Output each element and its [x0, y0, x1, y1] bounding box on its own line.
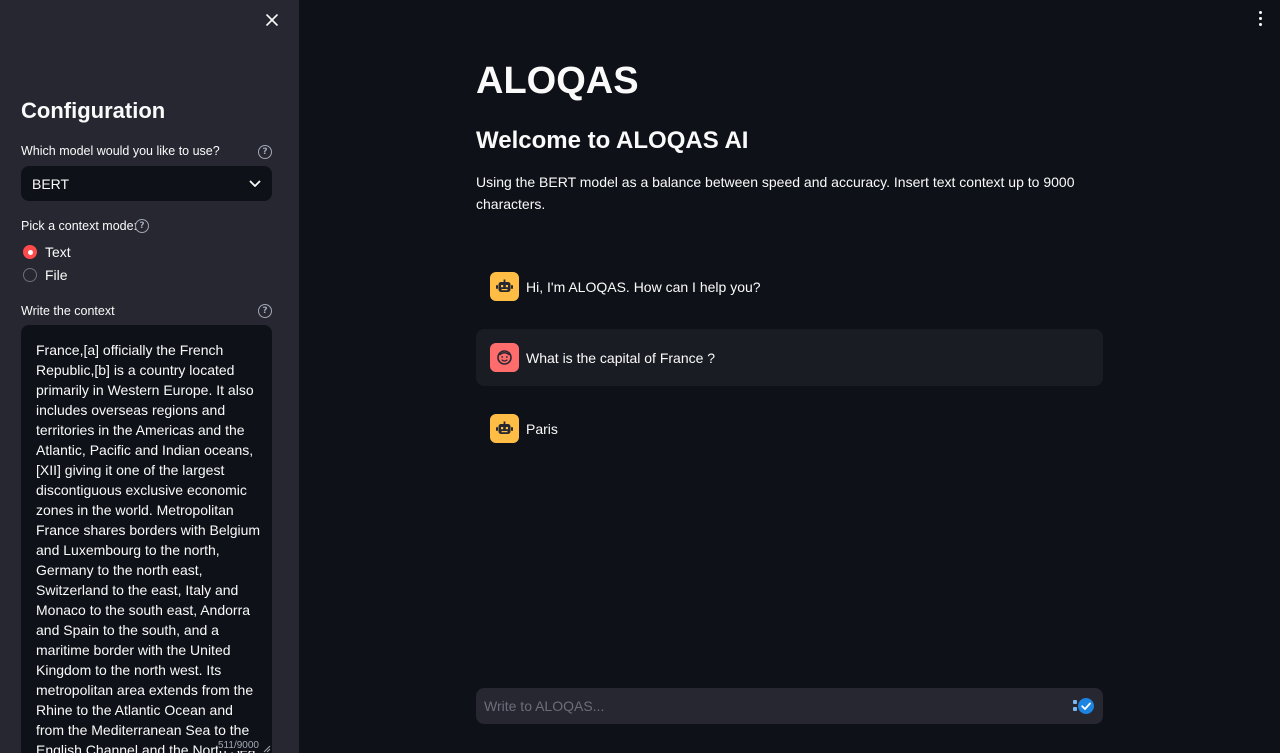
char-count: 511/9000	[218, 740, 259, 751]
radio-selected-icon	[23, 245, 37, 259]
context-line: Kingdom to the north west. Its	[36, 662, 222, 678]
message-text: Paris	[526, 420, 558, 437]
help-icon[interactable]: ?	[258, 145, 272, 159]
help-icon[interactable]: ?	[258, 304, 272, 318]
context-label: Write the context	[21, 304, 115, 318]
context-line: France,[a] officially the French	[36, 342, 224, 358]
context-line: France shares borders with Belgium	[36, 522, 261, 538]
chevron-down-icon	[249, 180, 261, 187]
context-line: territories in the Americas and the	[36, 422, 245, 438]
radio-file-label: File	[45, 267, 68, 283]
context-line: includes overseas regions and	[36, 402, 226, 418]
help-icon[interactable]: ?	[135, 219, 149, 233]
chat-message-user: What is the capital of France ?	[476, 329, 1103, 386]
close-icon	[266, 14, 278, 26]
message-text: Hi, I'm ALOQAS. How can I help you?	[526, 278, 761, 295]
context-line: [XII] giving it one of the largest	[36, 462, 225, 478]
app: Configuration Which model would you like…	[0, 0, 1280, 753]
context-line: from the Mediterranean Sea to the	[36, 722, 250, 738]
robot-icon	[490, 272, 519, 301]
kebab-menu-icon	[1258, 10, 1262, 14]
context-line: metropolitan area extends from the	[36, 682, 254, 698]
chat-input-container	[476, 688, 1103, 724]
context-line: Rhine to the Atlantic Ocean and	[36, 702, 233, 718]
resize-handle-icon[interactable]	[263, 745, 271, 753]
sidebar-heading: Configuration	[21, 98, 166, 123]
context-line: maritime border with the United	[36, 642, 231, 658]
robot-icon	[490, 414, 519, 443]
user-face-icon	[490, 343, 519, 372]
radio-file[interactable]: File	[23, 267, 68, 283]
context-line: discontiguous exclusive economic	[36, 482, 247, 498]
context-line: Germany to the north east,	[36, 562, 203, 578]
chat-message-assistant: Paris	[476, 400, 1103, 457]
radio-text[interactable]: Text	[23, 244, 71, 260]
model-select-value: BERT	[32, 175, 70, 192]
page-title: ALOQAS	[476, 60, 639, 102]
context-line: Switzerland to the east, Italy and	[36, 582, 239, 598]
context-line: and Luxembourg to the north,	[36, 542, 220, 558]
context-line: Monaco to the south east, Andorra	[36, 602, 251, 618]
context-line: Republic,[b] is a country located	[36, 362, 235, 378]
context-line: zones in the world. Metropolitan	[36, 502, 234, 518]
context-line: Atlantic, Pacific and Indian oceans,	[36, 442, 254, 458]
radio-unselected-icon	[23, 268, 37, 282]
sidebar: Configuration Which model would you like…	[0, 0, 299, 753]
radio-text-label: Text	[45, 244, 71, 260]
send-button[interactable]	[1071, 693, 1097, 719]
message-text: What is the capital of France ?	[526, 349, 716, 366]
chat-input[interactable]	[484, 698, 1071, 714]
context-line: and Spain to the south, and a	[36, 622, 219, 638]
context-line: primarily in Western Europe. It also	[36, 382, 254, 398]
model-select[interactable]: BERT	[21, 166, 272, 201]
page-description: Using the BERT model as a balance betwee…	[476, 174, 1075, 212]
mode-label: Pick a context mode:	[21, 219, 138, 233]
send-icon	[1073, 698, 1094, 714]
context-textarea[interactable]: France,[a] officially the French Republi…	[21, 325, 272, 753]
chat-message-assistant: Hi, I'm ALOQAS. How can I help you?	[476, 258, 1103, 315]
model-label: Which model would you like to use?	[21, 144, 220, 158]
main-menu-button[interactable]	[1252, 8, 1268, 28]
page-subtitle: Welcome to ALOQAS AI	[476, 127, 749, 154]
close-sidebar-button[interactable]	[260, 8, 284, 32]
